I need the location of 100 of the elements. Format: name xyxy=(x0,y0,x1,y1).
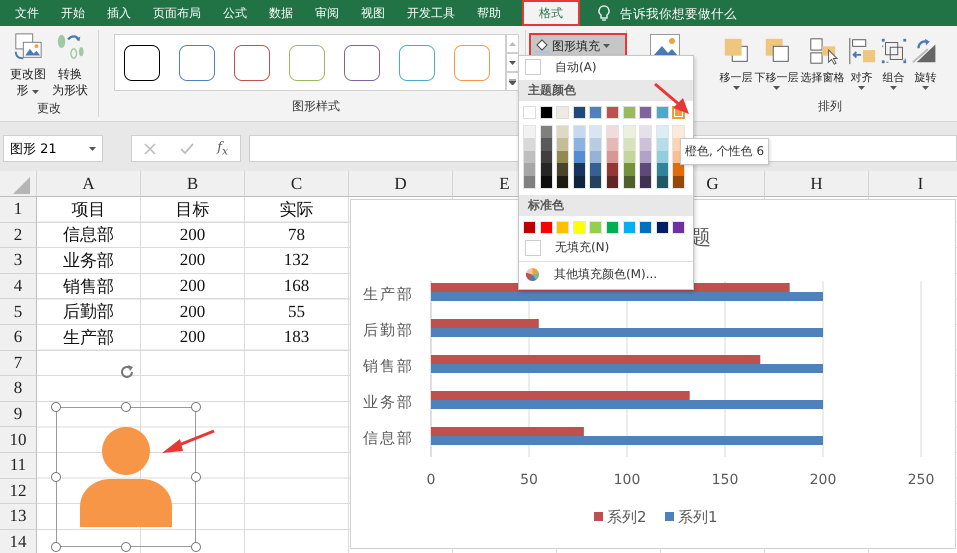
color-swatch[interactable] xyxy=(624,163,635,176)
color-swatch[interactable] xyxy=(524,150,535,164)
color-swatch[interactable] xyxy=(673,126,684,138)
color-swatch[interactable] xyxy=(590,163,602,176)
color-swatch[interactable] xyxy=(606,163,618,176)
row-header[interactable]: 8 xyxy=(0,376,37,402)
color-swatch[interactable] xyxy=(624,176,635,188)
color-swatch[interactable] xyxy=(524,163,535,176)
color-swatch[interactable] xyxy=(557,150,568,164)
color-swatch[interactable] xyxy=(524,138,535,151)
menu-tab[interactable]: 帮助 xyxy=(466,0,512,26)
menu-item[interactable]: 无填充(N) xyxy=(519,236,693,259)
menu-tab[interactable]: 开始 xyxy=(50,0,96,26)
row-header[interactable]: 7 xyxy=(0,350,37,376)
row-header[interactable]: 1 xyxy=(0,197,37,223)
color-swatch[interactable] xyxy=(639,106,652,119)
menu-item[interactable]: 自动(A) xyxy=(519,56,693,78)
menu-tab[interactable]: 开发工具 xyxy=(396,0,466,26)
name-box[interactable]: 图形 21 xyxy=(3,135,103,162)
color-swatch[interactable] xyxy=(574,126,585,138)
color-swatch[interactable] xyxy=(540,150,552,164)
color-swatch[interactable] xyxy=(640,163,652,176)
color-swatch[interactable] xyxy=(656,126,668,138)
menu-tab[interactable]: 审阅 xyxy=(304,0,350,26)
color-swatch[interactable] xyxy=(622,106,636,119)
ribbon-button[interactable]: 下移一层 xyxy=(754,34,800,92)
color-swatch[interactable] xyxy=(572,106,586,119)
row-header[interactable]: 6 xyxy=(0,324,37,351)
tell-me-field[interactable]: 告诉我你想要做什么 xyxy=(618,4,782,22)
color-swatch[interactable] xyxy=(640,138,652,151)
person-shape[interactable] xyxy=(80,427,172,527)
color-swatch[interactable] xyxy=(556,106,570,119)
row-header[interactable]: 13 xyxy=(0,504,37,530)
color-swatch[interactable] xyxy=(673,163,684,176)
color-swatch[interactable] xyxy=(540,163,552,176)
rotate-handle-icon[interactable] xyxy=(118,363,136,381)
ribbon-button[interactable]: 组合 xyxy=(878,34,910,92)
menu-tab[interactable]: 数据 xyxy=(258,0,304,26)
row-header[interactable]: 14 xyxy=(0,530,37,553)
color-swatch[interactable] xyxy=(557,163,568,176)
color-swatch[interactable] xyxy=(624,126,635,138)
row-header[interactable]: 9 xyxy=(0,402,37,428)
color-swatch[interactable] xyxy=(606,106,619,119)
color-swatch[interactable] xyxy=(523,106,536,119)
menu-tab[interactable]: 页面布局 xyxy=(142,0,212,26)
ribbon-button[interactable]: 更改图 形 xyxy=(9,30,47,100)
color-swatch[interactable] xyxy=(606,176,618,188)
scroll-down-icon[interactable] xyxy=(506,53,518,72)
color-swatch[interactable] xyxy=(606,150,618,164)
color-swatch[interactable] xyxy=(606,138,618,151)
column-header[interactable]: C xyxy=(245,171,349,197)
menu-tab[interactable]: 文件 xyxy=(4,0,50,26)
resize-handle[interactable] xyxy=(51,402,61,412)
color-swatch[interactable] xyxy=(540,138,552,151)
color-swatch[interactable] xyxy=(574,138,585,151)
color-swatch[interactable] xyxy=(656,176,668,188)
color-swatch[interactable] xyxy=(640,126,652,138)
ribbon-button[interactable]: 旋转 xyxy=(910,34,942,92)
resize-handle[interactable] xyxy=(191,402,201,412)
row-header[interactable]: 2 xyxy=(0,222,37,248)
color-swatch[interactable] xyxy=(590,176,602,188)
menu-tab[interactable]: 插入 xyxy=(96,0,142,26)
color-swatch[interactable] xyxy=(590,150,602,164)
color-swatch[interactable] xyxy=(624,150,635,164)
color-swatch[interactable] xyxy=(574,176,585,188)
resize-handle[interactable] xyxy=(121,542,131,552)
color-swatch[interactable] xyxy=(624,138,635,151)
color-swatch[interactable] xyxy=(656,138,668,151)
color-swatch[interactable] xyxy=(589,106,602,119)
color-swatch[interactable] xyxy=(557,126,568,138)
column-header[interactable]: A xyxy=(37,171,141,197)
color-swatch[interactable] xyxy=(640,176,652,188)
insert-function-button[interactable]: f$_{x}$ xyxy=(217,140,228,158)
color-swatch[interactable] xyxy=(574,163,585,176)
color-swatch[interactable] xyxy=(656,150,668,164)
menu-tab[interactable]: 公式 xyxy=(212,0,258,26)
color-swatch[interactable] xyxy=(557,138,568,151)
resize-handle[interactable] xyxy=(121,402,131,412)
row-header[interactable]: 10 xyxy=(0,427,37,453)
color-swatch[interactable] xyxy=(540,126,552,138)
color-swatch[interactable] xyxy=(540,106,553,119)
row-header[interactable]: 11 xyxy=(0,452,37,479)
resize-handle[interactable] xyxy=(51,472,61,482)
menu-item[interactable]: 其他填充颜色(M)... xyxy=(519,264,693,286)
row-header[interactable]: 5 xyxy=(0,299,37,325)
color-swatch[interactable] xyxy=(656,106,669,119)
ribbon-button[interactable]: 转换 为形状 xyxy=(51,30,89,100)
column-header[interactable]: D xyxy=(349,171,453,197)
column-header[interactable]: B xyxy=(141,171,245,197)
picture-icon[interactable] xyxy=(650,34,680,58)
ribbon-button[interactable]: 对齐 xyxy=(846,34,878,92)
color-swatch[interactable] xyxy=(540,176,552,188)
color-swatch[interactable] xyxy=(656,163,668,176)
color-swatch[interactable] xyxy=(590,126,602,138)
column-header[interactable]: H xyxy=(765,171,869,197)
color-swatch[interactable] xyxy=(574,150,585,164)
row-header[interactable]: 12 xyxy=(0,478,37,504)
color-swatch[interactable] xyxy=(673,176,684,188)
resize-handle[interactable] xyxy=(191,472,201,482)
more-styles-icon[interactable] xyxy=(506,72,518,91)
